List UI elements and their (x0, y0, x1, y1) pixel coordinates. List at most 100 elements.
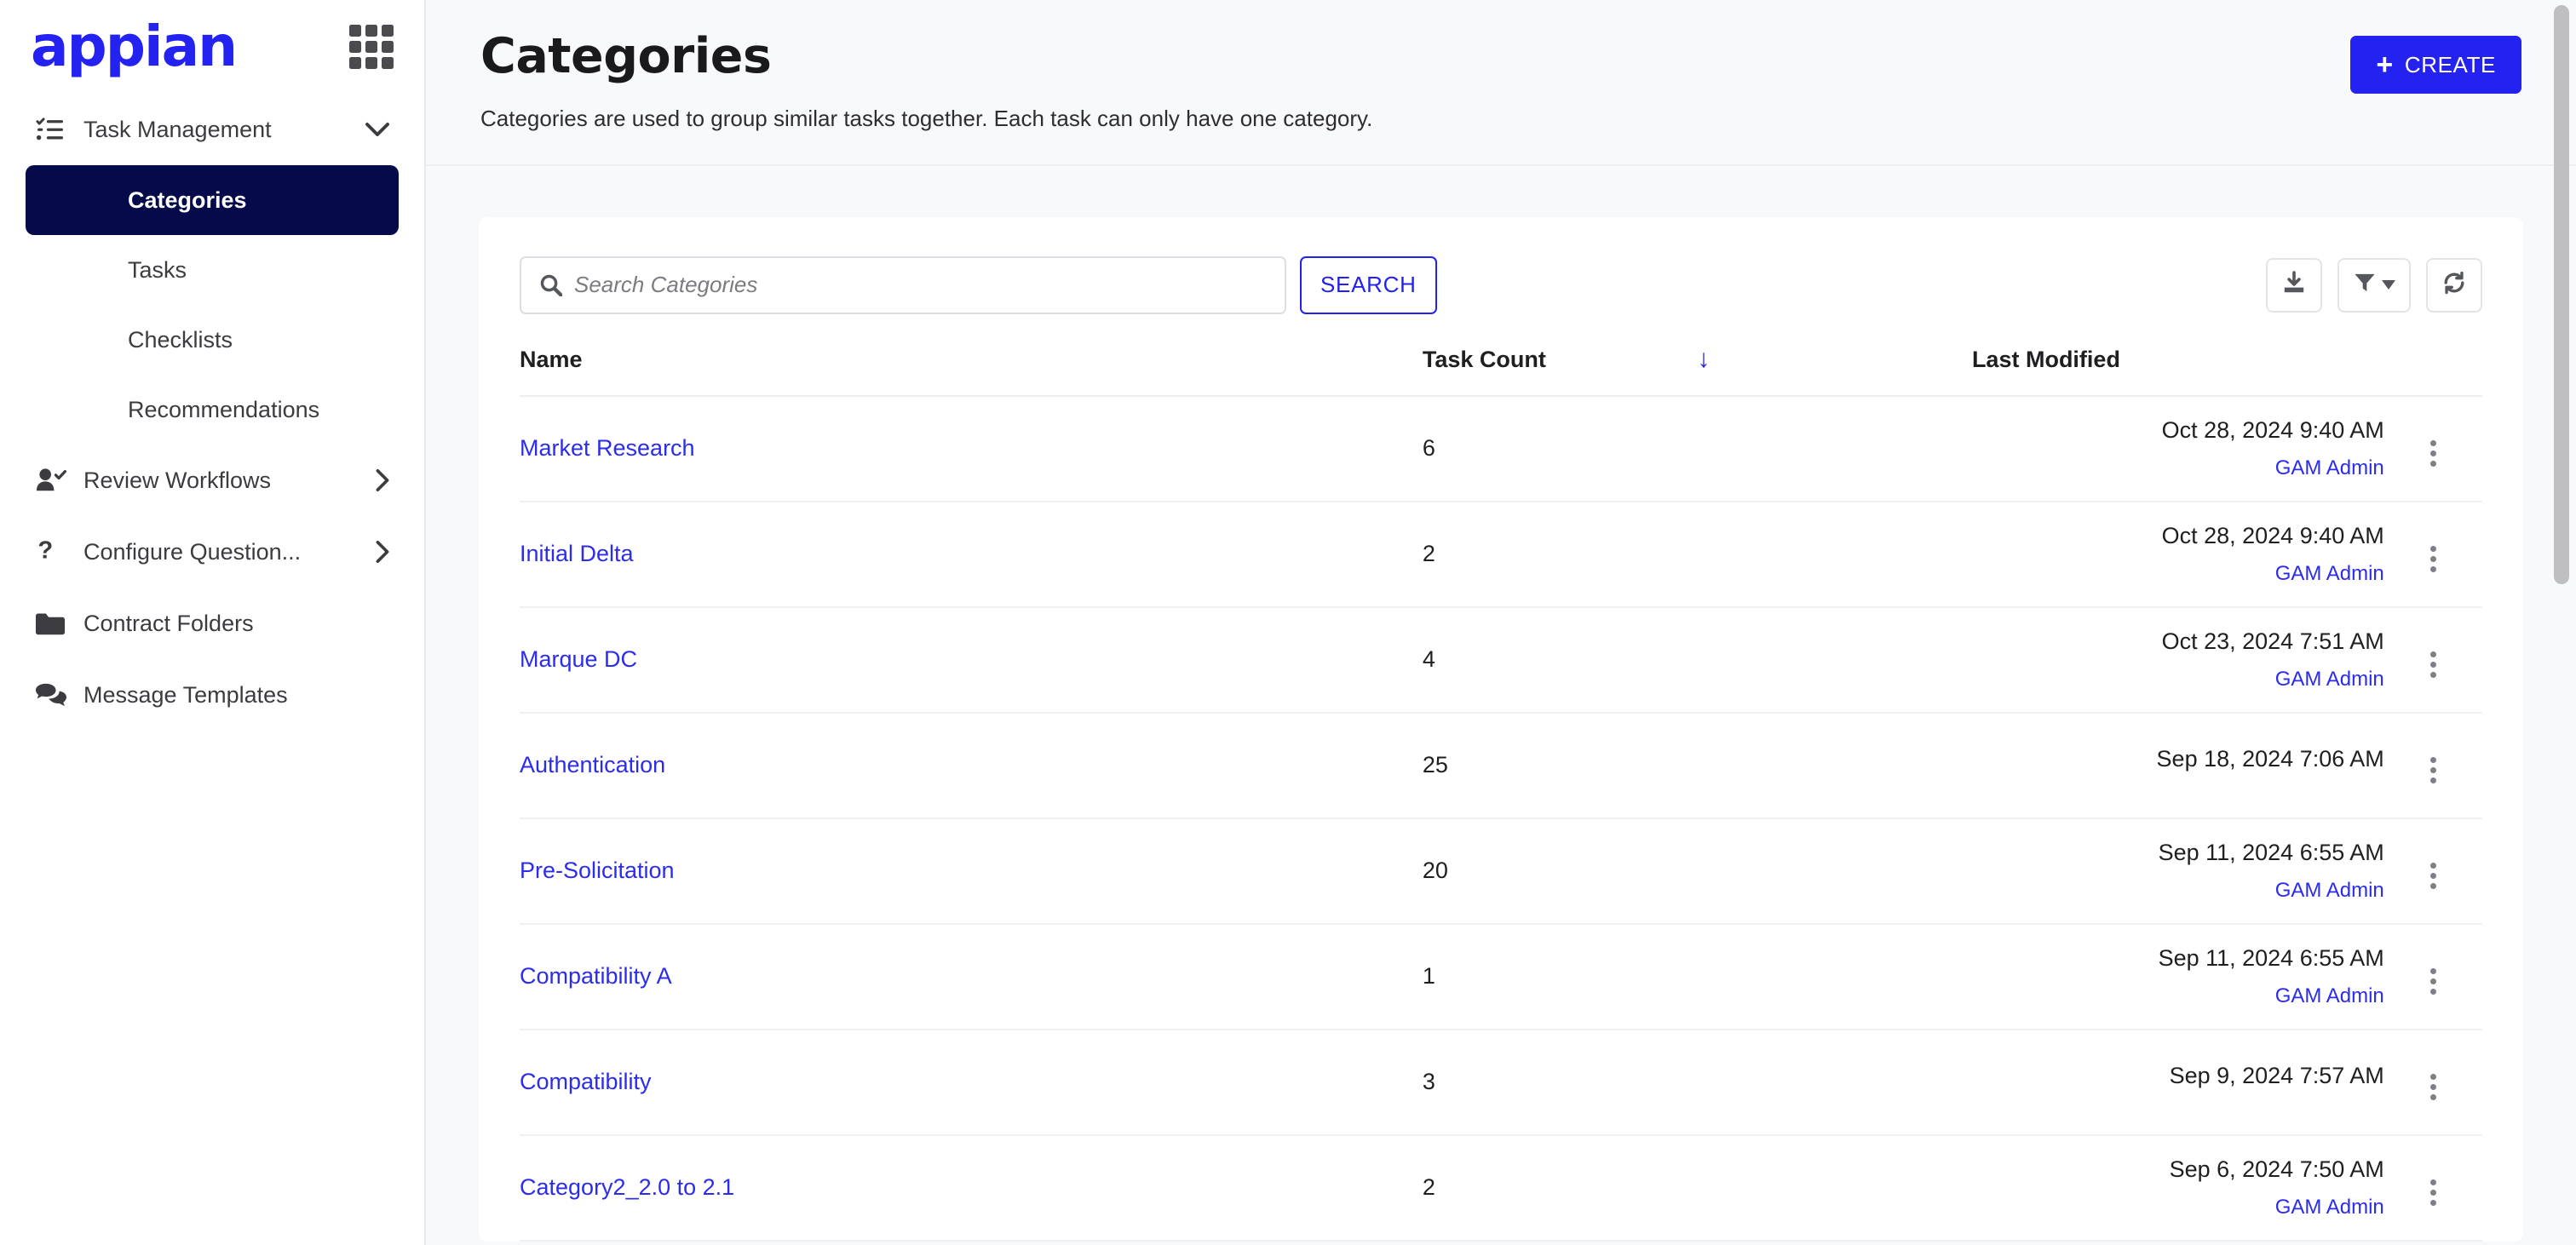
magnifier-icon (540, 274, 562, 296)
table-action-buttons (2266, 257, 2482, 313)
kebab-menu-icon[interactable] (2418, 435, 2448, 472)
cell-actions (2383, 606, 2482, 714)
page-scrollbar[interactable] (2554, 0, 2569, 1245)
refresh-icon (2442, 271, 2466, 299)
cell-name: Compatibility (520, 1029, 1423, 1136)
modified-user[interactable]: GAM Admin (1972, 1196, 2384, 1219)
category-link[interactable]: Compatibility (520, 1069, 652, 1094)
sidebar-item-contract-folders[interactable]: Contract Folders (0, 588, 424, 659)
modified-user[interactable]: GAM Admin (1972, 668, 2384, 691)
column-header-actions (2383, 346, 2482, 397)
sidebar-item-recommendations[interactable]: Recommendations (26, 375, 399, 445)
modified-user[interactable]: GAM Admin (1972, 879, 2384, 903)
cell-name: Marque DC (520, 606, 1423, 714)
filter-funnel-icon (2354, 272, 2376, 298)
table-row: Compatibility A 1 Sep 11, 2024 6:55 AM G… (520, 923, 2482, 1030)
cell-actions (2383, 923, 2482, 1030)
chevron-down-icon[interactable] (365, 122, 390, 137)
categories-table: Name Task Count ↓ Last Modified Market R… (520, 346, 2482, 1242)
modified-user[interactable]: GAM Admin (1972, 562, 2384, 586)
search-box[interactable] (520, 255, 1286, 314)
sidebar-item-message-templates[interactable]: Message Templates (0, 659, 424, 731)
modified-user[interactable]: GAM Admin (1972, 456, 2384, 480)
table-row: Compatibility 3 Sep 9, 2024 7:57 AM (520, 1029, 2482, 1136)
modified-user[interactable]: GAM Admin (1972, 984, 2384, 1008)
checklist-icon (36, 117, 73, 142)
kebab-menu-icon[interactable] (2418, 858, 2448, 894)
sidebar-item-label: Categories (128, 186, 247, 213)
category-link[interactable]: Pre-Solicitation (520, 858, 675, 883)
sidebar-item-tasks[interactable]: Tasks (26, 235, 399, 305)
column-header-task-count[interactable]: Task Count (1422, 346, 1698, 397)
kebab-menu-icon[interactable] (2418, 752, 2448, 789)
cell-last-modified: Sep 9, 2024 7:57 AM (1971, 1029, 2384, 1136)
category-link[interactable]: Marque DC (520, 646, 637, 672)
column-sort-indicator[interactable]: ↓ (1697, 346, 1972, 397)
modified-date: Oct 23, 2024 7:51 AM (2161, 628, 2384, 654)
content-wrapper: SEARCH (426, 166, 2576, 1242)
appian-logo[interactable]: appian (31, 19, 238, 75)
category-link[interactable]: Category2_2.0 to 2.1 (520, 1174, 734, 1200)
sidebar-item-label: Configure Question... (83, 538, 302, 565)
modified-date: Sep 6, 2024 7:50 AM (2169, 1156, 2384, 1182)
category-link[interactable]: Market Research (520, 435, 695, 461)
categories-card: SEARCH (479, 216, 2523, 1242)
sidebar-item-checklists[interactable]: Checklists (26, 305, 399, 375)
cell-actions (2383, 1134, 2482, 1242)
refresh-button[interactable] (2426, 257, 2482, 313)
cell-name: Category2_2.0 to 2.1 (520, 1134, 1423, 1242)
cell-spacer (1697, 923, 1972, 1030)
kebab-menu-icon[interactable] (2418, 1069, 2448, 1105)
sidebar-header: appian (0, 0, 424, 94)
search-input[interactable] (574, 272, 1266, 299)
filter-button[interactable] (2337, 257, 2411, 313)
page-title: Categories (480, 28, 772, 84)
cell-task-count: 4 (1422, 606, 1698, 714)
modified-date: Sep 11, 2024 6:55 AM (2158, 944, 2384, 971)
table-body: Market Research 6 Oct 28, 2024 9:40 AM G… (520, 395, 2482, 1242)
sidebar-item-label: Checklists (128, 326, 233, 353)
kebab-menu-icon[interactable] (2418, 963, 2448, 1000)
table-header-row: Name Task Count ↓ Last Modified (520, 346, 2482, 397)
category-link[interactable]: Initial Delta (520, 541, 634, 566)
scrollbar-thumb[interactable] (2554, 5, 2569, 584)
cell-task-count: 2 (1422, 501, 1698, 608)
chevron-right-icon[interactable] (375, 468, 390, 492)
sidebar-item-configure-questions[interactable]: ? Configure Question... (0, 516, 424, 588)
cell-spacer (1697, 1134, 1972, 1242)
cell-spacer (1697, 1029, 1972, 1136)
sidebar-group-task-management[interactable]: Task Management (0, 94, 424, 165)
table-row: Category2_2.0 to 2.1 2 Sep 6, 2024 7:50 … (520, 1134, 2482, 1242)
table-head: Name Task Count ↓ Last Modified (520, 346, 2482, 397)
user-check-icon (36, 468, 73, 493)
search-button[interactable]: SEARCH (1300, 255, 1437, 314)
cell-spacer (1697, 501, 1972, 608)
cell-task-count: 3 (1422, 1029, 1698, 1136)
cell-task-count: 1 (1422, 923, 1698, 1030)
grid-apps-icon[interactable] (349, 25, 394, 69)
column-header-name[interactable]: Name (520, 346, 1423, 397)
cell-last-modified: Sep 11, 2024 6:55 AM GAM Admin (1971, 818, 2384, 925)
cell-name: Market Research (520, 395, 1423, 502)
chat-bubbles-icon (36, 683, 73, 707)
sidebar-item-categories[interactable]: Categories (26, 165, 399, 235)
sidebar-item-review-workflows[interactable]: Review Workflows (0, 445, 424, 516)
cell-spacer (1697, 818, 1972, 925)
kebab-menu-icon[interactable] (2418, 1174, 2448, 1211)
chevron-right-icon[interactable] (375, 540, 390, 564)
search-group: SEARCH (520, 255, 1437, 314)
cell-task-count: 20 (1422, 818, 1698, 925)
category-link[interactable]: Authentication (520, 752, 665, 777)
page-header: Categories Categories are used to group … (426, 0, 2576, 166)
create-button[interactable]: + CREATE (2350, 36, 2521, 94)
table-toolbar: SEARCH (520, 255, 2482, 314)
modified-date: Sep 11, 2024 6:55 AM (2158, 839, 2384, 865)
app-root: appian Task Management Categories Tasks … (0, 0, 2576, 1245)
category-link[interactable]: Compatibility A (520, 963, 672, 989)
export-download-button[interactable] (2266, 257, 2322, 313)
kebab-menu-icon[interactable] (2418, 646, 2448, 683)
cell-last-modified: Sep 6, 2024 7:50 AM GAM Admin (1971, 1134, 2384, 1242)
main-content: Categories Categories are used to group … (426, 0, 2576, 1245)
kebab-menu-icon[interactable] (2418, 541, 2448, 577)
column-header-last-modified[interactable]: Last Modified (1971, 346, 2384, 397)
